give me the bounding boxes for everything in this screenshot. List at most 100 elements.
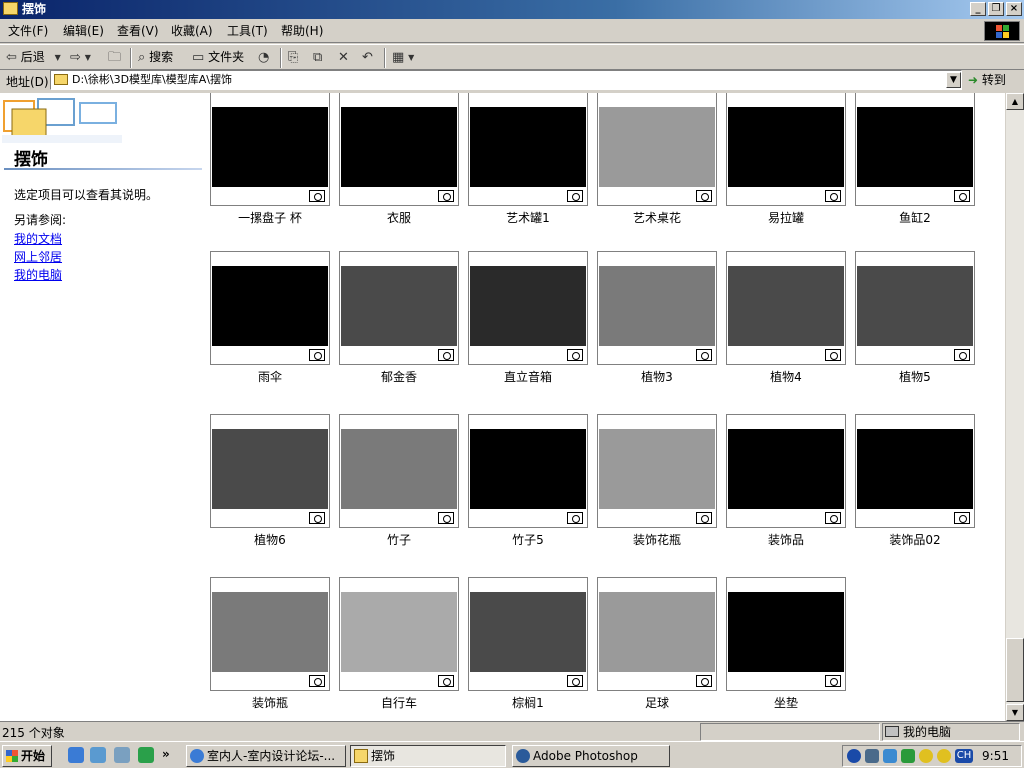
- quick-launch-chevron[interactable]: »: [162, 747, 170, 761]
- max-file-icon: [438, 512, 454, 524]
- search-button[interactable]: ⌕ 搜索: [138, 48, 173, 68]
- scroll-up-button[interactable]: ▲: [1006, 93, 1024, 110]
- menu-help[interactable]: 帮助(H): [279, 23, 325, 39]
- scroll-thumb[interactable]: [1006, 638, 1024, 702]
- vertical-scrollbar[interactable]: ▲ ▼: [1006, 93, 1024, 721]
- file-thumbnail[interactable]: [726, 93, 846, 206]
- file-thumbnail[interactable]: [339, 93, 459, 206]
- sound-icon[interactable]: [883, 749, 897, 763]
- media-player-icon[interactable]: [138, 747, 154, 763]
- copy-to-icon: ⧉: [313, 49, 323, 65]
- undo-button[interactable]: ↶: [362, 48, 373, 68]
- thumbnail-image: [599, 107, 715, 187]
- separator: [130, 48, 132, 68]
- file-thumbnail[interactable]: [597, 251, 717, 365]
- file-thumbnail[interactable]: [597, 93, 717, 206]
- task-label: Adobe Photoshop: [533, 749, 638, 763]
- file-thumbnail[interactable]: [597, 577, 717, 691]
- file-thumbnail[interactable]: [210, 93, 330, 206]
- qq-icon[interactable]: [937, 749, 951, 763]
- menu-file[interactable]: 文件(F): [6, 23, 50, 39]
- qq-icon[interactable]: [919, 749, 933, 763]
- file-thumbnail[interactable]: [339, 577, 459, 691]
- menu-edit[interactable]: 编辑(E): [61, 23, 106, 39]
- file-thumbnail[interactable]: [726, 251, 846, 365]
- max-file-icon: [438, 349, 454, 361]
- computer-icon: [885, 726, 899, 737]
- file-name: 装饰品02: [889, 533, 941, 547]
- file-thumbnail[interactable]: [855, 251, 975, 365]
- file-thumbnail[interactable]: [726, 414, 846, 528]
- file-name: 直立音箱: [503, 370, 552, 384]
- start-button[interactable]: 开始: [2, 745, 52, 767]
- menu-view[interactable]: 查看(V): [115, 23, 161, 39]
- file-thumbnail[interactable]: [855, 93, 975, 206]
- views-button[interactable]: ▦ ▼: [392, 48, 414, 68]
- forward-button[interactable]: ⇨ ▼: [70, 48, 91, 68]
- folder-title: 摆饰: [14, 150, 48, 170]
- computer-icon[interactable]: [865, 749, 879, 763]
- network-icon[interactable]: [847, 749, 861, 763]
- menu-favorites[interactable]: 收藏(A): [169, 23, 215, 39]
- delete-button[interactable]: ✕: [338, 48, 349, 68]
- menu-tools[interactable]: 工具(T): [225, 23, 270, 39]
- file-name: 鱼缸2: [899, 211, 931, 225]
- file-name: 植物3: [641, 370, 673, 384]
- go-button[interactable]: ➜ 转到: [968, 71, 1020, 90]
- thumbnail-image: [341, 266, 457, 346]
- file-thumbnail[interactable]: [468, 251, 588, 365]
- file-thumbnail[interactable]: [210, 251, 330, 365]
- thumbnail-image: [212, 266, 328, 346]
- chevron-down-icon[interactable]: ▼: [55, 49, 61, 67]
- link-my-computer[interactable]: 我的电脑: [14, 266, 62, 283]
- file-thumbnail[interactable]: [210, 414, 330, 528]
- folders-label: 文件夹: [208, 50, 245, 64]
- file-name: 艺术罐1: [506, 211, 550, 225]
- file-thumbnail[interactable]: [339, 414, 459, 528]
- folders-button[interactable]: ▭ 文件夹: [192, 48, 244, 68]
- outlook-icon[interactable]: [90, 747, 106, 763]
- copy-to-button[interactable]: ⧉: [313, 48, 322, 68]
- tray-app-icon[interactable]: [901, 749, 915, 763]
- file-thumbnail[interactable]: [468, 577, 588, 691]
- file-name: 艺术桌花: [632, 211, 681, 225]
- minimize-button[interactable]: _: [970, 2, 986, 16]
- move-to-button[interactable]: ⎘: [288, 48, 298, 68]
- thumbnail-image: [857, 429, 973, 509]
- file-thumbnail[interactable]: [210, 577, 330, 691]
- file-thumbnail[interactable]: [468, 414, 588, 528]
- show-desktop-icon[interactable]: [114, 747, 130, 763]
- file-name: 装饰品: [767, 533, 804, 547]
- thumbnail-view[interactable]: 一摞盘子 杯 衣服 艺术罐1 艺术桌花 易拉罐 鱼缸2 雨伞 郁金香 直立音箱 植物3 植物4 植物5…: [205, 93, 1005, 721]
- address-input[interactable]: D:\徐彬\3D模型库\模型库A\摆饰: [50, 70, 962, 90]
- file-thumbnail[interactable]: [726, 577, 846, 691]
- file-thumbnail[interactable]: [468, 93, 588, 206]
- file-thumbnail[interactable]: [855, 414, 975, 528]
- file-name: 植物4: [770, 370, 802, 384]
- max-file-icon: [696, 190, 712, 202]
- system-tray: CH 9:51: [842, 745, 1022, 767]
- task-button-photoshop[interactable]: Adobe Photoshop: [512, 745, 670, 767]
- file-thumbnail[interactable]: [597, 414, 717, 528]
- search-icon: ⌕: [138, 49, 146, 65]
- task-button-explorer[interactable]: 摆饰: [350, 745, 506, 767]
- link-my-documents[interactable]: 我的文档: [14, 230, 62, 247]
- max-file-icon: [567, 512, 583, 524]
- back-label: 后退: [20, 50, 45, 64]
- toolbar: ⇦ 后退 ▼ ⇨ ▼ 🗀 ⌕ 搜索 ▭ 文件夹 ◔ ⎘ ⧉ ✕ ↶ ▦ ▼: [0, 44, 1024, 70]
- history-button[interactable]: ◔: [258, 48, 269, 68]
- task-button-browser[interactable]: 室内人-室内设计论坛-...: [186, 745, 346, 767]
- up-folder-button[interactable]: 🗀: [108, 48, 121, 68]
- address-dropdown-button[interactable]: ▼: [946, 72, 961, 88]
- windows-logo-icon: [984, 21, 1020, 41]
- ie-icon[interactable]: [68, 747, 84, 763]
- language-indicator[interactable]: CH: [955, 749, 973, 763]
- back-button[interactable]: ⇦ 后退 ▼: [6, 48, 61, 68]
- file-thumbnail[interactable]: [339, 251, 459, 365]
- link-network-places[interactable]: 网上邻居: [14, 248, 62, 265]
- restore-button[interactable]: ❐: [988, 2, 1004, 16]
- scroll-down-button[interactable]: ▼: [1006, 704, 1024, 721]
- file-name: 棕榈1: [512, 696, 544, 710]
- close-button[interactable]: ×: [1006, 2, 1022, 16]
- thumbnail-image: [599, 592, 715, 672]
